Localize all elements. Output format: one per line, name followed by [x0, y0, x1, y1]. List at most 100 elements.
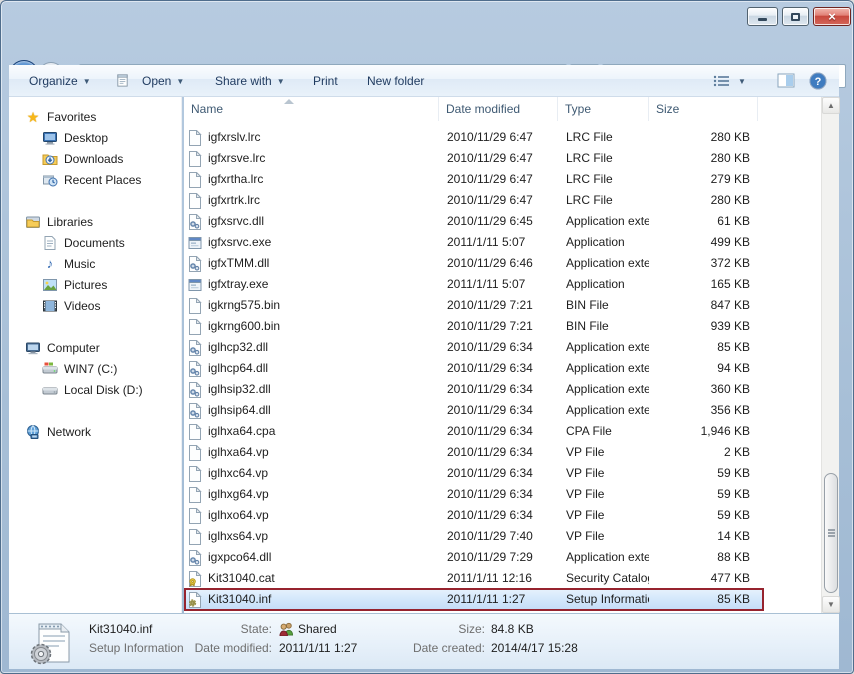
file-type: LRC File	[558, 169, 649, 190]
file-size: 356 KB	[649, 400, 758, 421]
print-button[interactable]: Print	[307, 65, 344, 96]
share-with-button[interactable]: Share with▼	[209, 65, 291, 96]
page-file-icon	[188, 151, 202, 167]
table-row[interactable]: igfxrtrk.lrc2010/11/29 6:47LRC File280 K…	[184, 190, 764, 211]
table-row[interactable]: igfxtray.exe2011/1/11 5:07Application165…	[184, 274, 764, 295]
notepad-icon	[115, 73, 131, 88]
table-row[interactable]: igfxrslv.lrc2010/11/29 6:47LRC File280 K…	[184, 127, 764, 148]
exe-icon	[188, 235, 202, 251]
file-name: igkrng575.bin	[208, 295, 280, 316]
help-button[interactable]: ?	[809, 65, 827, 96]
file-date-modified: 2010/11/29 6:34	[439, 379, 558, 400]
file-date-modified: 2010/11/29 6:34	[439, 463, 558, 484]
page-file-icon	[188, 424, 202, 440]
table-row[interactable]: iglhxa64.vp2010/11/29 6:34VP File2 KB	[184, 442, 764, 463]
file-date-modified: 2010/11/29 6:34	[439, 442, 558, 463]
sidebar-item-videos[interactable]: Videos	[9, 295, 181, 316]
table-row[interactable]: iglhxo64.vp2010/11/29 6:34VP File59 KB	[184, 505, 764, 526]
file-date-modified: 2010/11/29 7:40	[439, 526, 558, 547]
file-name: iglhxa64.vp	[208, 442, 269, 463]
file-type: LRC File	[558, 127, 649, 148]
table-row[interactable]: igfxrsve.lrc2010/11/29 6:47LRC File280 K…	[184, 148, 764, 169]
page-file-icon	[188, 172, 202, 188]
table-row-selected[interactable]: Kit31040.inf2011/1/11 1:27Setup Informat…	[184, 589, 764, 610]
details-pane: Kit31040.inf Setup Information State: Sh…	[9, 613, 839, 669]
dll-file-icon	[188, 256, 202, 272]
table-row[interactable]: iglhsip64.dll2010/11/29 6:34Application …	[184, 400, 764, 421]
file-date-modified: 2010/11/29 6:47	[439, 169, 558, 190]
dll-file-icon	[188, 550, 202, 566]
sidebar-item-desktop[interactable]: Desktop	[9, 127, 181, 148]
pictures-icon	[42, 277, 58, 293]
file-type: LRC File	[558, 190, 649, 211]
sidebar-item-music[interactable]: ♪Music	[9, 253, 181, 274]
sidebar-item-pictures[interactable]: Pictures	[9, 274, 181, 295]
title-bar[interactable]: ×	[1, 1, 854, 29]
page-file-icon	[188, 487, 202, 503]
sidebar-item-recent-places[interactable]: Recent Places	[9, 169, 181, 190]
vertical-scrollbar[interactable]: ▲ ▼	[821, 97, 839, 613]
new-folder-button[interactable]: New folder	[361, 65, 430, 96]
table-row[interactable]: iglhxs64.vp2010/11/29 7:40VP File14 KB	[184, 526, 764, 547]
table-row[interactable]: igkrng600.bin2010/11/29 7:21BIN File939 …	[184, 316, 764, 337]
scroll-up-icon[interactable]: ▲	[822, 97, 840, 114]
setup-information-file-icon	[29, 618, 73, 666]
file-date-modified: 2010/11/29 6:34	[439, 400, 558, 421]
file-name: iglhxs64.vp	[208, 526, 268, 547]
table-row[interactable]: iglhxc64.vp2010/11/29 6:34VP File59 KB	[184, 463, 764, 484]
close-button[interactable]: ×	[813, 7, 851, 26]
table-row[interactable]: igfxTMM.dll2010/11/29 6:46Application ex…	[184, 253, 764, 274]
table-row[interactable]: igkrng575.bin2010/11/29 7:21BIN File847 …	[184, 295, 764, 316]
table-row[interactable]: iglhxg64.vp2010/11/29 6:34VP File59 KB	[184, 484, 764, 505]
page-icon	[188, 445, 202, 461]
file-size: 59 KB	[649, 463, 758, 484]
file-type: Application extens...	[558, 379, 649, 400]
page-file-icon	[188, 529, 202, 545]
table-row[interactable]: igfxsrvc.exe2011/1/11 5:07Application499…	[184, 232, 764, 253]
column-header-name[interactable]: Name	[184, 97, 439, 121]
preview-pane-button[interactable]	[777, 65, 795, 96]
scrollbar-thumb[interactable]	[824, 473, 838, 593]
table-row[interactable]: igfxsrvc.dll2010/11/29 6:45Application e…	[184, 211, 764, 232]
file-size: 88 KB	[649, 547, 758, 568]
organize-button[interactable]: Organize▼	[23, 65, 97, 96]
sidebar-item-win7-c-[interactable]: WIN7 (C:)	[9, 358, 181, 379]
file-date-modified: 2010/11/29 7:29	[439, 547, 558, 568]
restore-button[interactable]	[782, 7, 809, 26]
documents-icon	[42, 235, 58, 251]
file-name: igfxrsve.lrc	[208, 148, 265, 169]
sidebar-item-network[interactable]: Network	[9, 421, 181, 442]
file-name: igxpco64.dll	[208, 547, 271, 568]
file-size: 939 KB	[649, 316, 758, 337]
file-type: VP File	[558, 463, 649, 484]
file-date-modified: 2010/11/29 6:47	[439, 190, 558, 211]
table-row[interactable]: Kit31040.cat2011/1/11 12:16Security Cata…	[184, 568, 764, 589]
open-button[interactable]: Open▼	[109, 65, 190, 96]
date-created-value: 2014/4/17 15:28	[491, 641, 578, 655]
size-label: Size:	[349, 622, 485, 636]
column-header-date-modified[interactable]: Date modified	[439, 97, 558, 121]
scroll-down-icon[interactable]: ▼	[822, 596, 840, 613]
sidebar-item-libraries[interactable]: Libraries	[9, 211, 181, 232]
svg-text:?: ?	[815, 76, 822, 88]
table-row[interactable]: igxpco64.dll2010/11/29 7:29Application e…	[184, 547, 764, 568]
views-button[interactable]: ▼	[713, 65, 746, 96]
file-size: 280 KB	[649, 148, 758, 169]
sidebar-item-documents[interactable]: Documents	[9, 232, 181, 253]
file-name: iglhsip32.dll	[208, 379, 271, 400]
sidebar-item-downloads[interactable]: Downloads	[9, 148, 181, 169]
file-size: 372 KB	[649, 253, 758, 274]
file-type: CPA File	[558, 421, 649, 442]
column-header-type[interactable]: Type	[558, 97, 649, 121]
table-row[interactable]: iglhxa64.cpa2010/11/29 6:34CPA File1,946…	[184, 421, 764, 442]
sidebar-item-local-disk-d-[interactable]: Local Disk (D:)	[9, 379, 181, 400]
table-row[interactable]: iglhcp32.dll2010/11/29 6:34Application e…	[184, 337, 764, 358]
table-row[interactable]: iglhsip32.dll 2010/11/29 6:34Application …	[184, 379, 764, 400]
sidebar-item-favorites[interactable]: ★Favorites	[9, 106, 181, 127]
table-row[interactable]: iglhcp64.dll2010/11/29 6:34Application e…	[184, 358, 764, 379]
minimize-button[interactable]	[747, 7, 778, 26]
preview-pane-icon	[777, 73, 795, 88]
table-row[interactable]: igfxrtha.lrc2010/11/29 6:47LRC File279 K…	[184, 169, 764, 190]
column-header-size[interactable]: Size	[649, 97, 758, 121]
sidebar-item-computer[interactable]: Computer	[9, 337, 181, 358]
